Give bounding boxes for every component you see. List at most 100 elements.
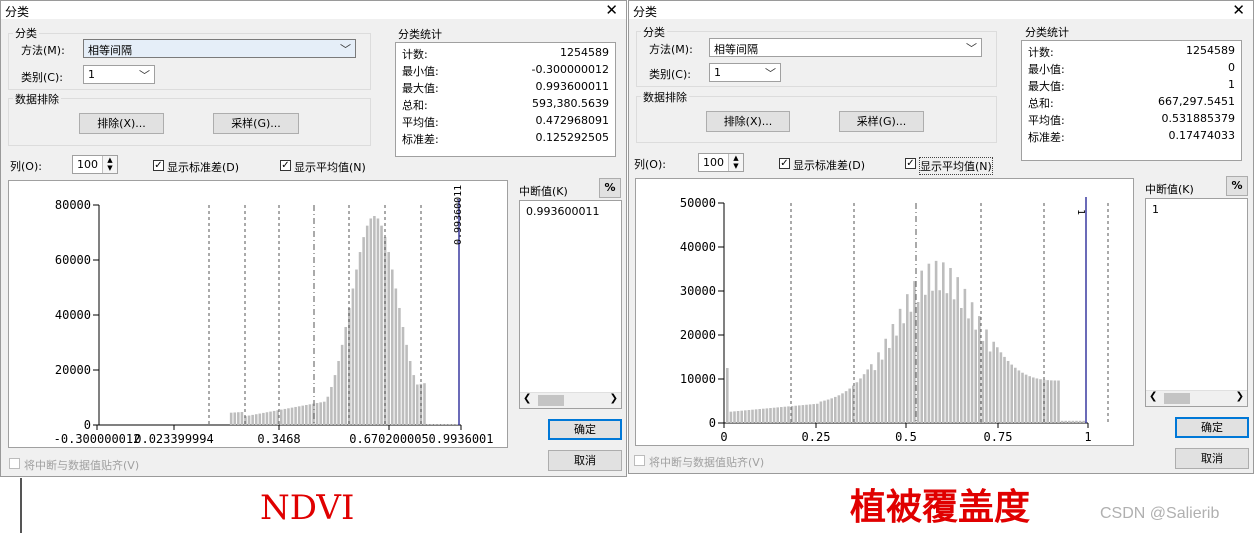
horizontal-scrollbar[interactable]: ❮ ❯ (1146, 390, 1247, 406)
histogram-bar (358, 252, 362, 425)
scroll-thumb[interactable] (1164, 393, 1190, 404)
histogram-bar (233, 412, 237, 425)
histogram-bar (870, 364, 873, 423)
cancel-button[interactable]: 取消 (1175, 448, 1249, 469)
columns-value: 100 (77, 158, 98, 171)
classes-select[interactable]: 1 ﹀ (709, 63, 781, 82)
histogram-bar (1010, 364, 1013, 423)
histogram-bar (1006, 360, 1010, 423)
y-tick-label: 20000 (55, 363, 91, 377)
show-mean-label: 显示平均值(N) (919, 157, 993, 175)
percent-button[interactable]: % (599, 178, 621, 198)
exclude-button[interactable]: 排除(X)... (706, 111, 790, 132)
histogram-bar (380, 225, 383, 425)
breaks-list[interactable]: 0.993600011 ❮ ❯ (519, 200, 622, 409)
histogram-bar (287, 408, 290, 425)
histogram-bar (340, 344, 344, 425)
histogram-bar (344, 327, 348, 425)
show-std-checkbox[interactable]: ✓ (153, 160, 164, 171)
histogram-bar (423, 383, 426, 425)
classes-value: 1 (714, 66, 721, 79)
show-mean-label: 显示平均值(N) (294, 161, 366, 174)
percent-button[interactable]: % (1226, 176, 1248, 196)
stat-row: 平均值: 0.472968091 (402, 114, 609, 129)
histogram-bar (416, 384, 419, 425)
horizontal-scrollbar[interactable]: ❮ ❯ (520, 392, 621, 408)
spin-arrows-icon[interactable]: ▲ ▼ (102, 156, 117, 173)
classes-select[interactable]: 1 ﹀ (83, 65, 155, 84)
y-tick-label: 0 (709, 416, 716, 430)
histogram-bar (247, 415, 251, 425)
cancel-button[interactable]: 取消 (548, 450, 622, 471)
histogram-bar (780, 407, 783, 423)
classes-label: 类别(C): (21, 71, 63, 84)
histogram-plot[interactable]: 80000 60000 40000 20000 0 -0.300000012 0.02339… (8, 180, 508, 448)
histogram-bar (859, 378, 862, 423)
histogram-bar (1021, 372, 1024, 423)
histogram-bar (401, 327, 405, 425)
stat-row: 最小值: 0 (1028, 61, 1235, 76)
breaks-list[interactable]: 1 ❮ ❯ (1145, 198, 1248, 407)
histogram-bar (272, 410, 276, 425)
histogram-bar (1046, 380, 1049, 423)
histogram-bar (967, 318, 970, 423)
columns-stepper[interactable]: 100 ▲ ▼ (72, 155, 118, 174)
left-edge-line (20, 478, 22, 533)
histogram-bar (229, 412, 233, 425)
histogram-bar (837, 395, 841, 423)
scroll-left-icon[interactable]: ❮ (523, 393, 531, 404)
sample-button[interactable]: 采样(G)... (213, 113, 299, 134)
sample-button[interactable]: 采样(G)... (839, 111, 924, 132)
histogram-bar (1003, 356, 1006, 423)
x-tick-label: 0.25 (802, 430, 831, 444)
histogram-bar (988, 351, 992, 423)
histogram-bar (326, 396, 330, 425)
columns-value: 100 (703, 156, 724, 169)
method-value: 相等间隔 (714, 43, 758, 56)
snap-checkbox[interactable] (634, 455, 645, 466)
columns-stepper[interactable]: 100 ▲ ▼ (698, 153, 744, 172)
method-select[interactable]: 相等间隔 ﹀ (83, 39, 356, 58)
histogram-svg: 50000 40000 30000 20000 10000 00 0.25 0.5 0.75 1 1 (680, 196, 1109, 444)
histogram-bar (794, 405, 797, 423)
ok-button[interactable]: 确定 (1175, 417, 1249, 438)
histogram-bar (938, 290, 941, 423)
histogram-plot[interactable]: 50000 40000 30000 20000 10000 0 0 0.25 0.5 0.75 1 1 (635, 178, 1134, 446)
x-tick-label: 0.3468 (257, 432, 300, 446)
stat-row: 最大值: 0.993600011 (402, 80, 609, 95)
show-mean-checkbox[interactable]: ✓ (905, 158, 916, 169)
scroll-right-icon[interactable]: ❯ (1236, 391, 1244, 402)
chevron-down-icon: ﹀ (139, 69, 150, 82)
histogram-bar (776, 407, 779, 423)
exclude-button[interactable]: 排除(X)... (79, 113, 164, 134)
y-tick-label: 50000 (680, 196, 716, 210)
scroll-left-icon[interactable]: ❮ (1149, 391, 1157, 402)
histogram-bar (816, 403, 819, 423)
histogram-bar (844, 391, 848, 423)
histogram-bar (758, 409, 761, 423)
histogram-bar (280, 409, 283, 425)
histogram-bar (877, 352, 880, 423)
spin-arrows-icon[interactable]: ▲ ▼ (728, 154, 743, 171)
x-tick-label: 0.670200005 (349, 432, 428, 446)
scroll-right-icon[interactable]: ❯ (610, 393, 618, 404)
snap-checkbox[interactable] (9, 458, 20, 469)
method-select[interactable]: 相等间隔 ﹀ (709, 38, 982, 57)
ok-button[interactable]: 确定 (548, 419, 622, 440)
histogram-bar (451, 424, 455, 425)
stat-row: 计数: 1254589 (402, 46, 609, 61)
histogram-bar (826, 399, 830, 423)
break-value[interactable]: 1 (1152, 203, 1159, 216)
histogram-bar (733, 411, 736, 423)
close-icon[interactable]: ✕ (605, 1, 618, 19)
show-std-checkbox[interactable]: ✓ (779, 158, 790, 169)
histogram-bar (729, 411, 733, 423)
histogram-bar (1060, 420, 1064, 423)
show-mean-checkbox[interactable]: ✓ (280, 160, 291, 171)
break-value[interactable]: 0.993600011 (526, 205, 599, 218)
scroll-thumb[interactable] (538, 395, 564, 406)
histogram-bar (1024, 374, 1028, 423)
histogram-bar (913, 281, 916, 423)
close-icon[interactable]: ✕ (1232, 1, 1245, 19)
histogram-bar (916, 302, 920, 423)
